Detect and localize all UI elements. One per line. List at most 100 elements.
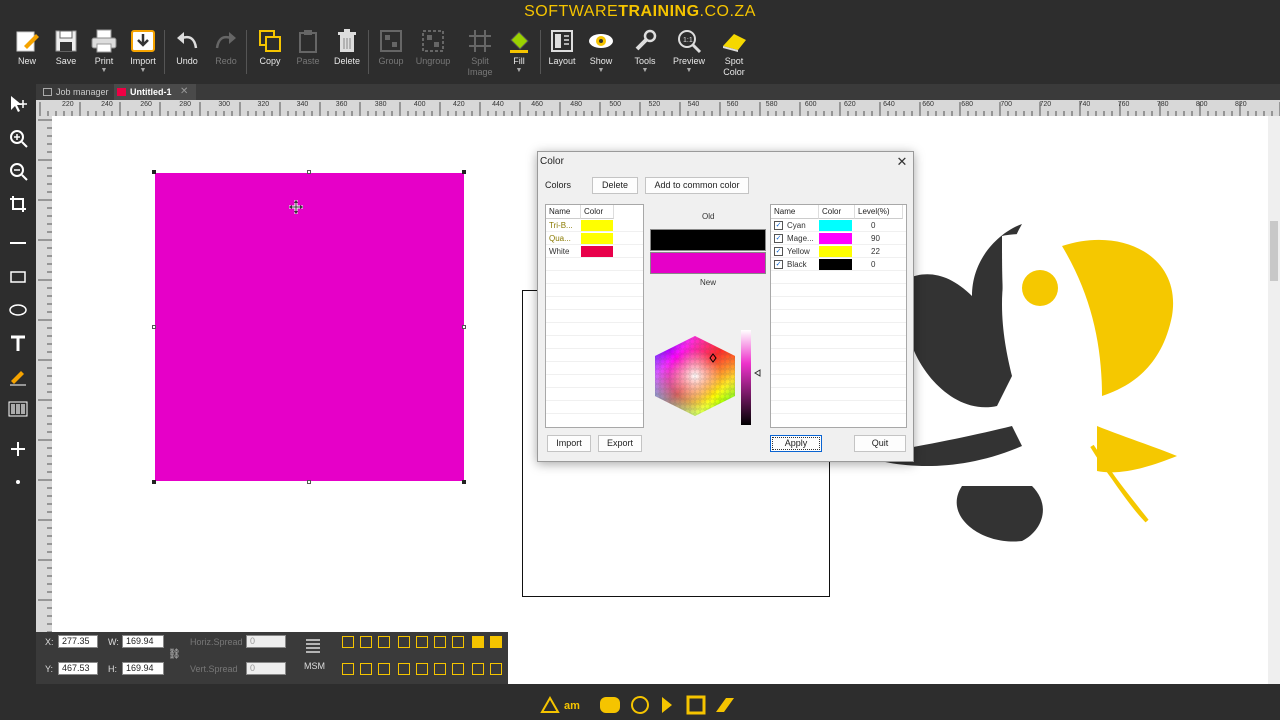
selected-rectangle[interactable]	[155, 173, 464, 481]
undo-button[interactable]: Undo	[167, 26, 207, 67]
spot-color-button[interactable]: Spot Color	[714, 26, 754, 78]
ink-checkbox[interactable]: ✓	[774, 221, 783, 230]
align-icon[interactable]	[342, 663, 354, 675]
save-icon	[46, 26, 86, 56]
resize-handle[interactable]	[152, 480, 156, 484]
align-icon[interactable]	[398, 636, 410, 648]
zoom-in-icon[interactable]	[4, 124, 32, 152]
align-icon[interactable]	[398, 663, 410, 675]
align-icon[interactable]	[360, 636, 372, 648]
align-icon[interactable]	[472, 663, 484, 675]
resize-handle[interactable]	[307, 170, 311, 174]
ink-row[interactable]: ✓ Yellow 22	[771, 245, 906, 258]
ellipse-icon[interactable]	[4, 296, 32, 324]
align-icon[interactable]	[490, 663, 502, 675]
delete-button[interactable]: Delete	[327, 26, 367, 67]
plus-icon[interactable]	[4, 435, 32, 463]
ink-row[interactable]: ✓ Mage... 90	[771, 232, 906, 245]
x-field[interactable]: 277.35	[58, 635, 98, 648]
redo-button[interactable]: Redo	[206, 26, 246, 67]
resize-handle[interactable]	[462, 325, 466, 329]
barcode-icon[interactable]	[4, 395, 32, 423]
align-icon[interactable]	[378, 663, 390, 675]
pencil-icon[interactable]	[4, 362, 32, 390]
name-column-header[interactable]: Name	[546, 205, 581, 219]
toolbar-divider	[164, 30, 165, 74]
zoom-out-icon[interactable]	[4, 157, 32, 185]
copy-icon	[250, 26, 290, 56]
delete-color-button[interactable]: Delete	[592, 177, 638, 194]
add-common-color-button[interactable]: Add to common color	[645, 177, 749, 194]
preview-button[interactable]: 1:1 Preview ▼	[669, 26, 709, 74]
tab-job-manager[interactable]: Job manager	[40, 84, 114, 100]
export-button[interactable]: Export	[598, 435, 642, 452]
close-icon[interactable]: ✕	[894, 154, 910, 170]
resize-handle[interactable]	[462, 480, 466, 484]
import-button[interactable]: Import	[547, 435, 591, 452]
list-item[interactable]: Qua...	[546, 232, 643, 245]
layout-button[interactable]: Layout	[542, 26, 582, 67]
resize-handle[interactable]	[462, 170, 466, 174]
quit-button[interactable]: Quit	[854, 435, 906, 452]
align-icon[interactable]	[490, 636, 502, 648]
show-button[interactable]: Show ▼	[581, 26, 621, 74]
list-item[interactable]: Tri-B...	[546, 219, 643, 232]
color-column-header[interactable]: Color	[819, 205, 855, 219]
align-icon[interactable]	[452, 636, 464, 648]
align-icon[interactable]	[416, 663, 428, 675]
align-icon[interactable]	[434, 663, 446, 675]
name-column-header[interactable]: Name	[771, 205, 819, 219]
link-icon[interactable]: ⛓	[168, 649, 181, 660]
vertical-scrollbar[interactable]	[1268, 116, 1280, 684]
align-icon[interactable]	[342, 636, 354, 648]
line-weight-icon[interactable]	[304, 636, 322, 654]
select-arrow-icon[interactable]	[4, 90, 32, 118]
y-field[interactable]: 467.53	[58, 662, 98, 675]
ink-checkbox[interactable]: ✓	[774, 247, 783, 256]
vert-spread-field[interactable]: 0	[246, 662, 286, 675]
color-hex-picker[interactable]	[650, 334, 740, 418]
align-icon[interactable]	[434, 636, 446, 648]
text-icon[interactable]	[4, 329, 32, 357]
point-icon[interactable]	[4, 468, 32, 496]
save-button[interactable]: Save	[46, 26, 86, 67]
scrollbar-thumb[interactable]	[1270, 221, 1278, 281]
ink-levels-list[interactable]: Name Color Level(%) ✓ Cyan 0 ✓ Mage... 90 ✓ Yel…	[770, 204, 907, 428]
line-icon[interactable]	[4, 229, 32, 257]
apply-button[interactable]: Apply	[770, 435, 822, 452]
group-button[interactable]: Group	[371, 26, 411, 67]
list-item[interactable]: White	[546, 245, 643, 258]
resize-handle[interactable]	[152, 170, 156, 174]
align-icon[interactable]	[416, 636, 428, 648]
msm-label[interactable]: MSM	[304, 661, 325, 671]
rectangle-icon[interactable]	[4, 263, 32, 291]
align-icon[interactable]	[360, 663, 372, 675]
h-field[interactable]: 169.94	[122, 662, 164, 675]
colors-list[interactable]: Name Color Tri-B... Qua... White	[545, 204, 644, 428]
resize-handle[interactable]	[152, 325, 156, 329]
resize-handle[interactable]	[307, 480, 311, 484]
align-icon[interactable]	[378, 636, 390, 648]
tools-button[interactable]: Tools ▼	[625, 26, 665, 74]
ink-row[interactable]: ✓ Cyan 0	[771, 219, 906, 232]
w-field[interactable]: 169.94	[122, 635, 164, 648]
level-column-header[interactable]: Level(%)	[855, 205, 903, 219]
ink-row[interactable]: ✓ Black 0	[771, 258, 906, 271]
paste-button[interactable]: Paste	[288, 26, 328, 67]
print-button[interactable]: Print ▼	[84, 26, 124, 74]
color-column-header[interactable]: Color	[581, 205, 614, 219]
copy-button[interactable]: Copy	[250, 26, 290, 67]
new-button[interactable]: New	[7, 26, 47, 67]
import-button[interactable]: Import ▼	[123, 26, 163, 74]
brightness-slider[interactable]	[740, 330, 764, 426]
align-icon[interactable]	[452, 663, 464, 675]
crop-icon[interactable]	[4, 190, 32, 218]
close-tab-icon[interactable]: ✕	[180, 84, 194, 100]
ink-checkbox[interactable]: ✓	[774, 260, 783, 269]
align-icon[interactable]	[472, 636, 484, 648]
fill-button[interactable]: Fill ▼	[499, 26, 539, 74]
split-image-button[interactable]: Split Image	[460, 26, 500, 78]
ungroup-button[interactable]: Ungroup	[413, 26, 453, 67]
ink-checkbox[interactable]: ✓	[774, 234, 783, 243]
horiz-spread-field[interactable]: 0	[246, 635, 286, 648]
